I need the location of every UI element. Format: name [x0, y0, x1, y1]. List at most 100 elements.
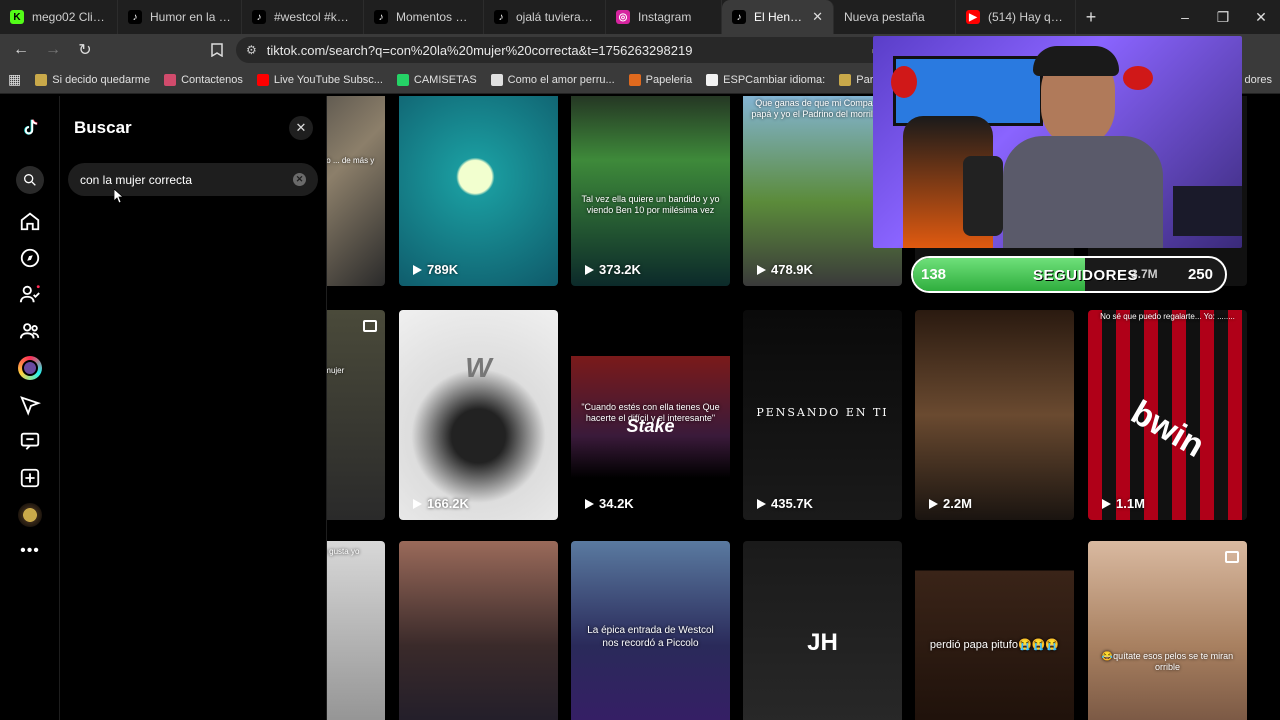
view-count: 34.2K [585, 496, 634, 511]
bookmark-item[interactable]: CAMISETAS [396, 73, 477, 86]
tiktok-icon: ♪ [374, 10, 388, 24]
view-count-value: 373.2K [599, 262, 641, 277]
arrow-left-icon: ← [13, 41, 29, 58]
close-tab-icon[interactable]: ✕ [812, 9, 823, 25]
browser-tab[interactable]: Nueva pestaña [834, 0, 956, 34]
close-window-icon[interactable]: ✕ [1242, 0, 1280, 34]
bookmark-page-button[interactable] [204, 37, 230, 63]
video-card[interactable]: 789K [399, 96, 558, 286]
youtube-icon: ▶ [966, 10, 980, 24]
video-card[interactable]: "Cuando estés con ella tienes Que hacert… [571, 310, 730, 520]
home-icon[interactable] [18, 209, 42, 233]
tab-title: Instagram [638, 10, 692, 24]
tiktok-icon: ♪ [128, 10, 142, 24]
forward-button[interactable]: → [40, 37, 66, 63]
video-card[interactable]: Tal vez ella quiere un bandido y yo vien… [571, 96, 730, 286]
bookmark-overflow-label[interactable]: dores [1244, 74, 1272, 86]
search-icon[interactable] [16, 166, 44, 194]
bookmark-favicon-icon [490, 73, 503, 86]
play-icon [413, 498, 422, 509]
bookmark-item[interactable]: Live YouTube Subsc... [256, 73, 383, 86]
browser-tab[interactable]: ♪ El Henao (@e ✕ [722, 0, 834, 34]
video-caption: Tal vez ella quiere un bandido y yo vien… [581, 194, 720, 216]
browser-tab[interactable]: ▶ (514) Hay que cre [956, 0, 1076, 34]
video-card[interactable] [399, 541, 558, 720]
bookmark-favicon-icon [35, 73, 48, 86]
video-overlay-text: PENSANDO EN TI [756, 406, 889, 419]
followers-goal-widget: 138 SEGUIDORES 3.7M 250 [911, 256, 1227, 293]
close-search-button[interactable]: ✕ [289, 116, 313, 140]
bookmark-item[interactable]: Papeleria [628, 73, 692, 86]
video-card[interactable]: La épica entrada de Westcol nos recordó … [571, 541, 730, 720]
new-tab-button[interactable]: + [1076, 7, 1106, 28]
view-count-value: 2.2M [943, 496, 972, 511]
inbox-icon[interactable] [18, 429, 42, 453]
friends-icon[interactable] [18, 319, 42, 343]
browser-tab[interactable]: ♪ ojalá tuviera más c [484, 0, 606, 34]
browser-tab[interactable]: ♪ Momentos Diverti [364, 0, 484, 34]
bookmark-label: CAMISETAS [413, 73, 477, 86]
browser-tab[interactable]: ♪ Humor en la Playa [118, 0, 242, 34]
url-bar[interactable]: ⚙ tiktok.com/search?q=con%20la%20mujer%2… [236, 37, 892, 63]
view-count-value: 478.9K [771, 262, 813, 277]
bookmark-item[interactable]: ESPCambiar idioma: [706, 73, 826, 86]
tiktok-nav-rail: ••• [0, 96, 60, 720]
bookmark-label: ESPCambiar idioma: [723, 73, 826, 86]
site-info-icon[interactable]: ⚙ [246, 43, 257, 57]
back-button[interactable]: ← [8, 37, 34, 63]
view-count-value: 789K [427, 262, 459, 277]
video-card[interactable]: perdió papa pitufo😭😭😭 [915, 541, 1074, 720]
minimize-icon[interactable]: – [1166, 0, 1204, 34]
play-icon [757, 264, 766, 275]
video-card[interactable]: bwin No sé que puedo regalarte... Yo: ...… [1088, 310, 1247, 520]
video-card[interactable]: W 166.2K [399, 310, 558, 520]
video-card[interactable]: den mujer [327, 310, 385, 520]
browser-tab[interactable]: ◎ Instagram [606, 0, 722, 34]
bookmark-label: Live YouTube Subsc... [273, 73, 383, 86]
apps-grid-icon[interactable]: ▦ [8, 71, 21, 88]
video-card[interactable]: in de jodida no ... de más y [327, 96, 385, 286]
video-card[interactable]: ...que me gusta yo [327, 541, 385, 720]
following-icon[interactable] [18, 282, 42, 306]
bookmark-item[interactable]: Como el amor perru... [490, 73, 615, 86]
instagram-icon: ◎ [616, 10, 630, 24]
mouse-cursor-icon [114, 189, 124, 203]
browser-tab[interactable]: ♪ #westcol #katteye [242, 0, 364, 34]
clear-search-icon[interactable]: ✕ [293, 173, 306, 186]
bookmark-favicon-icon [628, 73, 641, 86]
live-icon[interactable] [18, 356, 42, 380]
tiktok-logo-icon[interactable] [18, 116, 42, 140]
explore-icon[interactable] [18, 246, 42, 270]
messages-icon[interactable] [18, 393, 42, 417]
video-card[interactable]: JHWescol [743, 541, 902, 720]
play-icon [585, 498, 594, 509]
photo-post-icon [363, 320, 377, 332]
video-card[interactable]: 😂quítate esos pelos se te miran orrible [1088, 541, 1247, 720]
tab-title: mego02 Clips - W [32, 10, 107, 24]
view-count: 1.1M [1102, 496, 1145, 511]
tab-title: El Henao (@e [754, 10, 804, 24]
streamer-hoodie [1003, 136, 1163, 248]
reload-button[interactable]: ↻ [72, 37, 98, 63]
bookmark-item[interactable]: Si decido quedarme [35, 73, 150, 86]
restore-icon[interactable]: ❐ [1204, 0, 1242, 34]
video-caption: 😂quítate esos pelos se te miran orrible [1101, 651, 1234, 673]
browser-tab[interactable]: Kmego02 Clips - W [0, 0, 118, 34]
video-caption: ...que me gusta yo [327, 547, 360, 556]
view-count-value: 166.2K [427, 496, 469, 511]
video-card[interactable]: 2.2M [915, 310, 1074, 520]
video-card[interactable]: PENSANDO EN TI 435.7K [743, 310, 902, 520]
bookmark-item[interactable]: Contactenos [164, 73, 243, 86]
upload-icon[interactable] [18, 466, 42, 490]
spiderman-mask [1123, 66, 1153, 90]
tab-title: Nueva pestaña [844, 10, 925, 24]
followers-current: 138 [921, 266, 947, 283]
bookmark-favicon-icon [396, 73, 409, 86]
play-icon [585, 264, 594, 275]
view-count-value: 34.2K [599, 496, 634, 511]
view-count-value: 1.1M [1116, 496, 1145, 511]
more-icon[interactable]: ••• [18, 539, 42, 563]
search-box: ✕ [68, 163, 318, 196]
profile-icon[interactable] [18, 503, 42, 527]
search-input[interactable] [80, 172, 293, 187]
